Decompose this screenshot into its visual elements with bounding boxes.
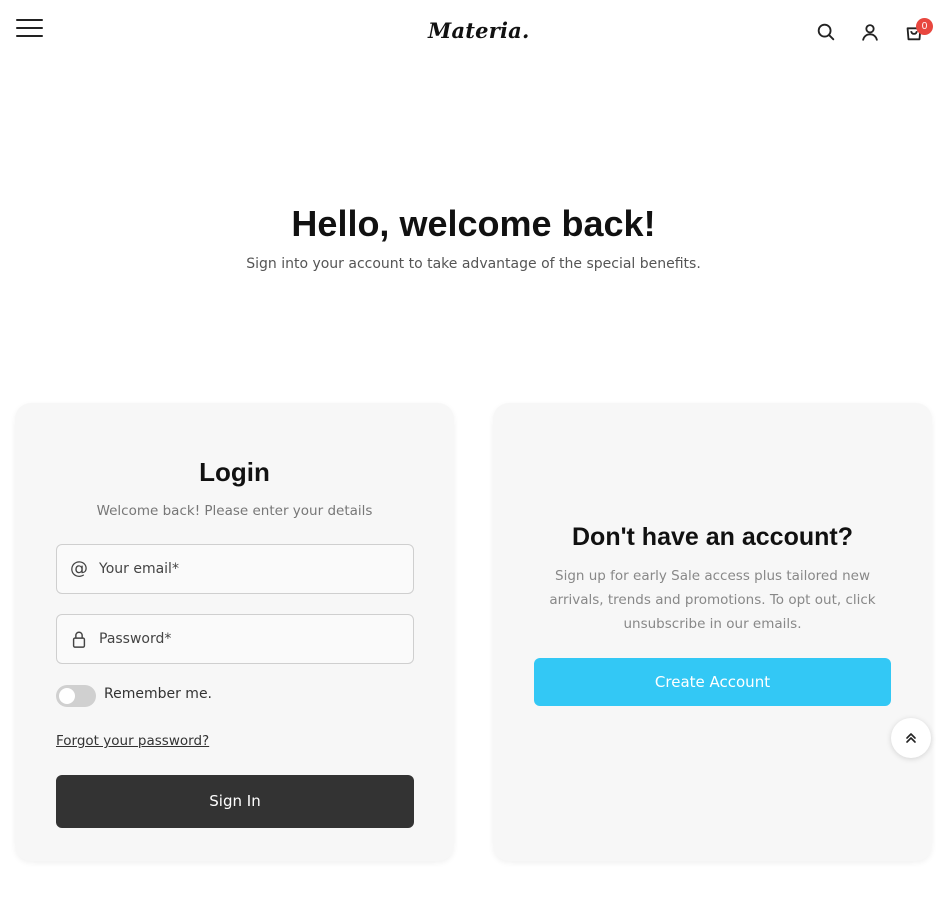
remember-me-toggle[interactable] <box>56 685 96 707</box>
page-subtitle: Sign into your account to take advantage… <box>246 256 701 272</box>
login-subtitle: Welcome back! Please enter your details <box>96 503 373 519</box>
email-input[interactable] <box>99 545 399 593</box>
register-title: Don't have an account? <box>572 523 853 551</box>
user-icon[interactable] <box>859 21 881 43</box>
scroll-to-top-button[interactable] <box>891 718 931 758</box>
toggle-knob <box>59 688 75 704</box>
site-header: Materia. 0 <box>0 0 947 64</box>
lock-icon <box>69 628 89 650</box>
site-logo[interactable]: Materia. <box>428 18 529 43</box>
login-card: Login Welcome back! Please enter your de… <box>15 403 454 861</box>
password-field <box>56 614 414 664</box>
login-title: Login <box>199 457 270 487</box>
at-icon: @ <box>70 558 88 579</box>
remember-me-label[interactable]: Remember me. <box>104 686 212 702</box>
search-icon[interactable] <box>815 21 837 43</box>
password-input[interactable] <box>99 615 399 663</box>
create-account-button[interactable]: Create Account <box>534 658 891 706</box>
forgot-password-link[interactable]: Forgot your password? <box>56 733 209 749</box>
page-title: Hello, welcome back! <box>291 203 656 244</box>
double-chevron-up-icon <box>906 733 916 743</box>
register-description: Sign up for early Sale access plus tailo… <box>549 568 876 632</box>
sign-in-button[interactable]: Sign In <box>56 775 414 828</box>
menu-icon[interactable] <box>16 19 43 39</box>
register-card: Don't have an account? Sign up for early… <box>493 403 932 861</box>
cart-count-badge: 0 <box>916 18 933 35</box>
email-field: @ <box>56 544 414 594</box>
